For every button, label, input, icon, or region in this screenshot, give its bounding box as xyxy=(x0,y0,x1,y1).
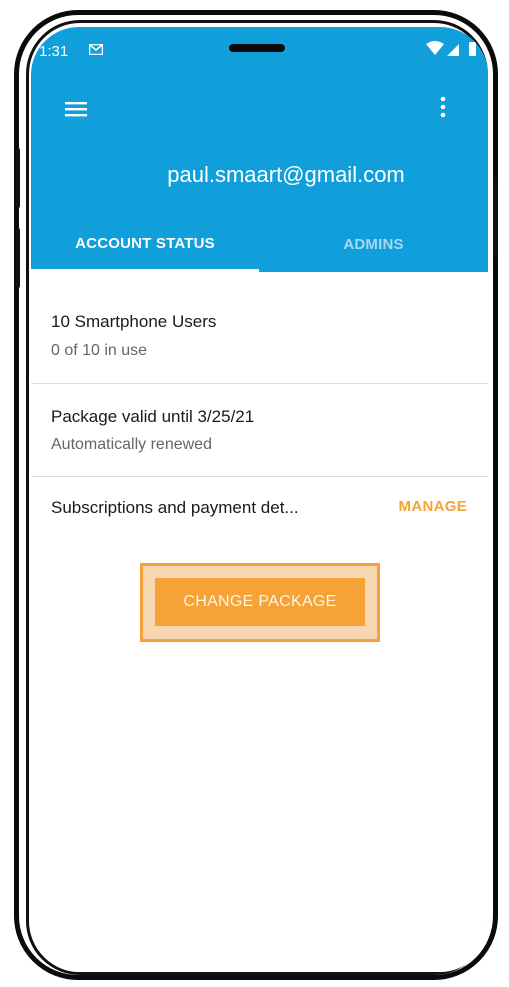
status-bar: 1:31 xyxy=(31,27,488,71)
camera-notch xyxy=(229,44,285,52)
wifi-icon xyxy=(426,41,444,55)
more-vert-icon xyxy=(440,96,446,118)
phone-side-button-left xyxy=(16,148,20,208)
phone-side-button-right xyxy=(493,178,497,258)
status-icons xyxy=(426,41,476,56)
subscriptions-label: Subscriptions and payment det... xyxy=(51,498,299,517)
battery-icon xyxy=(469,42,476,56)
phone-screen: 1:31 paul.smaart@gmail.com ACCOUNT STATU… xyxy=(31,27,488,972)
list-item-smartphone-users: 10 Smartphone Users 0 of 10 in use xyxy=(31,272,488,384)
tab-admins[interactable]: ADMINS xyxy=(259,217,488,272)
users-subtitle: 0 of 10 in use xyxy=(51,342,148,359)
app-bar: 1:31 paul.smaart@gmail.com ACCOUNT STATU… xyxy=(31,27,488,272)
package-subtitle: Automatically renewed xyxy=(51,436,212,453)
mail-icon xyxy=(89,44,103,55)
phone-side-button-left-2 xyxy=(16,228,20,288)
menu-button[interactable] xyxy=(63,96,89,122)
account-email: paul.smaart@gmail.com xyxy=(167,162,405,187)
tab-bar: ACCOUNT STATUS ADMINS xyxy=(31,217,488,272)
tab-account-status[interactable]: ACCOUNT STATUS xyxy=(31,217,259,272)
more-options-button[interactable] xyxy=(435,93,451,121)
list-item-package-validity: Package valid until 3/25/21 Automaticall… xyxy=(31,384,488,477)
manage-button[interactable]: MANAGE xyxy=(399,498,467,515)
menu-icon xyxy=(65,102,87,117)
package-title: Package valid until 3/25/21 xyxy=(51,407,255,426)
users-title: 10 Smartphone Users xyxy=(51,312,217,331)
subscriptions-row: Subscriptions and payment det... MANAGE xyxy=(51,494,471,524)
change-package-button[interactable]: CHANGE PACKAGE xyxy=(155,578,365,626)
change-package-highlight: CHANGE PACKAGE xyxy=(140,563,380,642)
signal-icon xyxy=(447,44,459,56)
status-time: 1:31 xyxy=(39,43,69,60)
